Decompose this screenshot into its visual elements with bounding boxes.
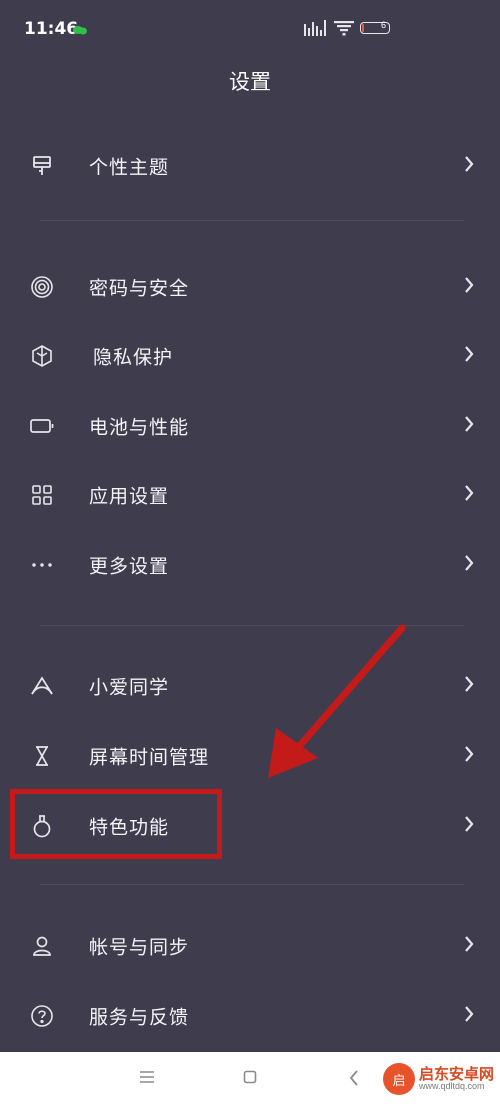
settings-item-label: 更多设置 (89, 555, 170, 578)
wifi-icon (334, 21, 354, 36)
chevron-right-icon (464, 1005, 474, 1027)
settings-item-label: 屏幕时间管理 (89, 746, 210, 769)
chevron-right-icon (464, 745, 474, 767)
settings-item-label: 密码与安全 (89, 277, 190, 300)
apps-grid-icon (28, 481, 56, 509)
chevron-right-icon (464, 415, 474, 437)
chevron-right-icon (464, 675, 474, 697)
battery-fill (362, 24, 364, 32)
settings-item-app-settings[interactable]: 应用设置 (0, 465, 500, 525)
battery-indicator: 6 (360, 20, 390, 34)
watermark-logo-icon: 启 (382, 1063, 415, 1095)
watermark-title: 启东安卓网 (418, 1064, 494, 1083)
settings-item-label: 隐私保护 (93, 346, 174, 369)
settings-item-label: 应用设置 (89, 485, 170, 508)
chevron-right-icon (464, 345, 474, 367)
settings-item-label: 个性主题 (89, 156, 170, 179)
settings-item-service-feedback[interactable]: 服务与反馈 (0, 986, 500, 1046)
brush-icon (28, 152, 56, 180)
status-time: 11:46 (24, 19, 79, 39)
settings-item-screen-time[interactable]: 屏幕时间管理 (0, 726, 500, 786)
fingerprint-icon (28, 273, 56, 301)
settings-item-battery-performance[interactable]: 电池与性能 (0, 396, 500, 456)
menu-nav-icon[interactable] (139, 1070, 155, 1084)
watermark-url: www.qdltdq.com (418, 1081, 485, 1092)
battery-icon (28, 412, 56, 440)
section-divider (40, 884, 464, 885)
settings-item-xiaoai[interactable]: 小爱同学 (0, 656, 500, 716)
status-bar: 11:46 6 (0, 0, 500, 56)
home-nav-icon[interactable] (243, 1070, 257, 1084)
hourglass-icon (28, 742, 56, 770)
site-watermark: 启 启东安卓网 www.qdltdq.com (382, 1063, 494, 1095)
chevron-right-icon (464, 935, 474, 957)
section-divider (40, 220, 464, 221)
section-divider (40, 625, 464, 626)
assistant-icon (28, 672, 56, 700)
chevron-right-icon (464, 554, 474, 576)
settings-item-password-security[interactable]: 密码与安全 (0, 257, 500, 317)
settings-item-label: 服务与反馈 (89, 1006, 190, 1029)
chevron-right-icon (464, 155, 474, 177)
settings-item-account-sync[interactable]: 帐号与同步 (0, 916, 500, 976)
privacy-icon (28, 342, 56, 370)
settings-item-privacy[interactable]: 隐私保护 (0, 326, 500, 386)
settings-item-more-settings[interactable]: 更多设置 (0, 535, 500, 595)
signal-icon (304, 20, 326, 36)
account-icon (28, 932, 56, 960)
highlight-box (10, 789, 222, 859)
wechat-notification-icon (73, 26, 87, 35)
help-icon (28, 1002, 56, 1030)
settings-item-label: 帐号与同步 (89, 936, 190, 959)
settings-item-label: 电池与性能 (89, 416, 190, 439)
settings-item-label: 小爱同学 (89, 676, 170, 699)
settings-item-theme[interactable]: 个性主题 (0, 136, 500, 196)
chevron-right-icon (464, 484, 474, 506)
chevron-right-icon (464, 815, 474, 837)
back-nav-icon[interactable] (349, 1070, 359, 1086)
chevron-right-icon (464, 276, 474, 298)
battery-text: 6 (380, 20, 386, 30)
page-title: 设置 (229, 70, 271, 94)
more-dots-icon (28, 551, 56, 579)
